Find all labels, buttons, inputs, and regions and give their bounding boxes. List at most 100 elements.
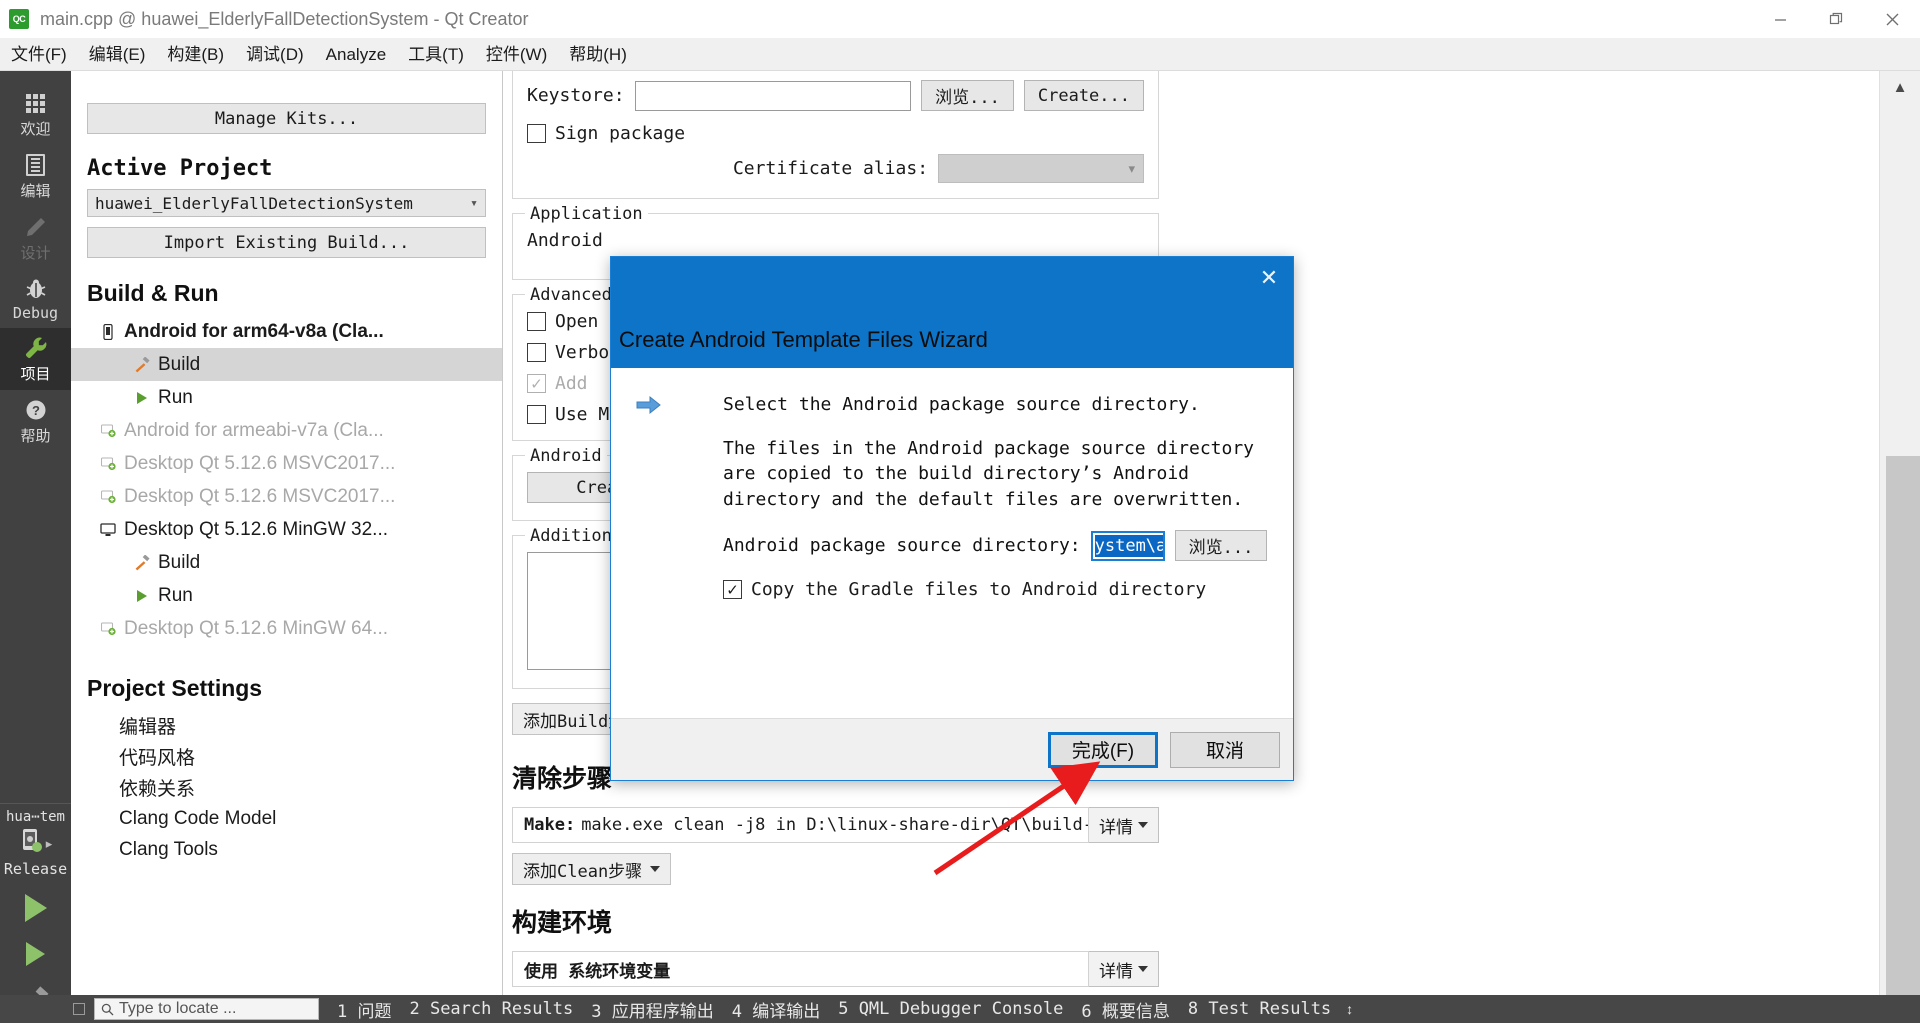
play-bug-icon bbox=[26, 942, 45, 966]
certificate-alias-label: Certificate alias: bbox=[732, 158, 929, 179]
mode-projects[interactable]: 项目 bbox=[0, 328, 71, 390]
keystore-browse-button[interactable]: 浏览... bbox=[921, 80, 1014, 111]
arrow-right-icon bbox=[636, 395, 662, 421]
dialog-browse-button[interactable]: 浏览... bbox=[1175, 530, 1267, 562]
wrench-icon bbox=[23, 335, 49, 361]
project-settings-item-clang-tools[interactable]: Clang Tools bbox=[71, 834, 502, 865]
status-item-compile-output[interactable]: 4 编译输出 bbox=[732, 997, 820, 1022]
kit-selector[interactable]: hua⋯tem ▸ Release bbox=[0, 803, 71, 885]
active-project-heading: Active Project bbox=[87, 156, 273, 181]
add-clean-step-button[interactable]: 添加Clean步骤 bbox=[512, 853, 672, 885]
sign-package-row[interactable]: Sign package bbox=[527, 123, 1144, 144]
dialog-path-input[interactable]: ystem\android bbox=[1090, 530, 1165, 561]
status-item-app-output[interactable]: 3 应用程序输出 bbox=[591, 997, 713, 1022]
kit-desktop-mingw32[interactable]: Desktop Qt 5.12.6 MinGW 32... bbox=[71, 513, 502, 546]
manage-kits-button[interactable]: Manage Kits... bbox=[87, 103, 486, 134]
kit-selector-device-row: ▸ bbox=[19, 828, 52, 859]
project-sidebar: Manage Kits... Active Project huawei_Eld… bbox=[71, 71, 503, 1023]
kit-desktop-mingw64[interactable]: Desktop Qt 5.12.6 MinGW 64... bbox=[71, 612, 502, 645]
menu-build[interactable]: 构建(B) bbox=[156, 38, 235, 71]
dialog-title: Create Android Template Files Wizard bbox=[619, 327, 988, 352]
mode-welcome[interactable]: 欢迎 bbox=[0, 83, 71, 145]
menu-widgets[interactable]: 控件(W) bbox=[475, 38, 558, 71]
dialog-gradle-row[interactable]: ✓ Copy the Gradle files to Android direc… bbox=[723, 579, 1267, 600]
run-button[interactable] bbox=[0, 885, 71, 931]
kit-desktop-mingw32-run[interactable]: Run bbox=[71, 579, 502, 612]
status-item-qml-debugger-console[interactable]: 5 QML Debugger Console bbox=[838, 999, 1063, 1019]
hammer-icon bbox=[133, 356, 151, 374]
close-button[interactable] bbox=[1864, 0, 1920, 38]
kit-android-arm64-build[interactable]: Build bbox=[71, 348, 502, 381]
copy-gradle-checkbox[interactable]: ✓ bbox=[723, 580, 742, 600]
clean-step-details-label: 详情 bbox=[1099, 817, 1133, 837]
menu-help[interactable]: 帮助(H) bbox=[558, 38, 638, 71]
mode-debug[interactable]: Debug bbox=[0, 269, 71, 328]
status-item-general-messages[interactable]: 6 概要信息 bbox=[1081, 997, 1169, 1022]
import-existing-build-button[interactable]: Import Existing Build... bbox=[87, 227, 486, 258]
status-item-issues[interactable]: 1 问题 bbox=[337, 997, 391, 1022]
locator-input[interactable]: Type to locate ... bbox=[94, 998, 319, 1020]
keystore-row: Keystore: 浏览... Create... bbox=[527, 80, 1144, 111]
play-icon bbox=[24, 894, 47, 922]
dialog-header: ✕ Create Android Template Files Wizard bbox=[611, 257, 1293, 368]
menu-analyze[interactable]: Analyze bbox=[315, 38, 397, 71]
clean-step-details-button[interactable]: 详情 bbox=[1089, 807, 1159, 843]
kit-desktop-msvc2017-a[interactable]: Desktop Qt 5.12.6 MSVC2017... bbox=[71, 447, 502, 480]
active-project-combo[interactable]: huawei_ElderlyFallDetectionSystem ▾ bbox=[87, 189, 486, 217]
dialog-path-value: ystem\android bbox=[1094, 534, 1163, 557]
restore-button[interactable] bbox=[1808, 0, 1864, 38]
status-item-search-results[interactable]: 2 Search Results bbox=[409, 999, 573, 1019]
menu-tools[interactable]: 工具(T) bbox=[397, 38, 475, 71]
kit-android-arm64[interactable]: Android for arm64-v8a (Cla... bbox=[71, 315, 502, 348]
mode-edit[interactable]: 编辑 bbox=[0, 145, 71, 207]
add-label: Add bbox=[555, 373, 588, 394]
kit-android-armeabi-v7a[interactable]: Android for armeabi-v7a (Cla... bbox=[71, 414, 502, 447]
debug-button[interactable] bbox=[0, 931, 71, 977]
mode-bar: 欢迎 编辑 设计 Debug 项目 ? 帮助 hua⋯tem ▸ Release bbox=[0, 71, 71, 1023]
status-expand-icon[interactable]: ↕ bbox=[1346, 1002, 1353, 1016]
vertical-scrollbar[interactable]: ▲ bbox=[1879, 71, 1920, 995]
keystore-input[interactable] bbox=[634, 80, 912, 111]
kit-label: Desktop Qt 5.12.6 MinGW 64... bbox=[124, 617, 388, 639]
open-checkbox[interactable] bbox=[527, 312, 546, 331]
menu-debug[interactable]: 调试(D) bbox=[235, 38, 315, 71]
caret-down-icon bbox=[1138, 966, 1148, 972]
use-m-checkbox[interactable] bbox=[527, 405, 546, 424]
scroll-up-arrow-icon[interactable]: ▲ bbox=[1880, 71, 1920, 103]
kit-desktop-mingw32-build[interactable]: Build bbox=[71, 546, 502, 579]
clean-step-row: Make: make.exe clean -j8 in D:\linux-sha… bbox=[512, 807, 1159, 843]
mode-debug-label: Debug bbox=[12, 304, 59, 322]
sign-package-checkbox[interactable] bbox=[527, 124, 546, 143]
minimize-button[interactable] bbox=[1752, 0, 1808, 38]
application-legend: Application bbox=[525, 204, 648, 224]
application-android-label: Android bbox=[527, 230, 603, 251]
kit-android-arm64-run[interactable]: Run bbox=[71, 381, 502, 414]
kit-desktop-msvc2017-b[interactable]: Desktop Qt 5.12.6 MSVC2017... bbox=[71, 480, 502, 513]
menu-edit[interactable]: 编辑(E) bbox=[78, 38, 157, 71]
add-device-icon bbox=[99, 620, 117, 638]
scrollbar-thumb[interactable] bbox=[1886, 456, 1920, 995]
project-settings-item-clang-code-model[interactable]: Clang Code Model bbox=[71, 803, 502, 834]
dialog-cancel-button[interactable]: 取消 bbox=[1170, 731, 1280, 768]
kit-label: Build bbox=[158, 551, 201, 573]
build-env-value[interactable]: 使用 系统环境变量 bbox=[512, 951, 1089, 987]
verbose-checkbox[interactable] bbox=[527, 343, 546, 362]
clean-step-command[interactable]: Make: make.exe clean -j8 in D:\linux-sha… bbox=[512, 807, 1089, 843]
mode-help[interactable]: ? 帮助 bbox=[0, 390, 71, 452]
project-settings-item-dependencies[interactable]: 依赖关系 bbox=[71, 772, 502, 803]
advanced-legend: Advanced bbox=[525, 285, 617, 305]
project-settings-item-code-style[interactable]: 代码风格 bbox=[71, 741, 502, 772]
locator-placeholder: Type to locate ... bbox=[119, 1000, 237, 1017]
chevron-down-icon: ▾ bbox=[470, 195, 478, 211]
kit-label: Desktop Qt 5.12.6 MSVC2017... bbox=[124, 485, 396, 507]
output-toggle-icon[interactable] bbox=[73, 1003, 85, 1015]
build-env-details-button[interactable]: 详情 bbox=[1089, 951, 1159, 987]
status-item-test-results[interactable]: 8 Test Results bbox=[1188, 999, 1331, 1019]
keystore-create-button[interactable]: Create... bbox=[1023, 80, 1144, 111]
project-settings-item-editor[interactable]: 编辑器 bbox=[71, 710, 502, 741]
dialog-close-button[interactable]: ✕ bbox=[1251, 263, 1287, 293]
menu-file[interactable]: 文件(F) bbox=[0, 38, 78, 71]
kit-label: Build bbox=[158, 353, 201, 375]
dialog-finish-button[interactable]: 完成(F) bbox=[1048, 731, 1158, 768]
minimize-icon bbox=[1774, 18, 1786, 21]
